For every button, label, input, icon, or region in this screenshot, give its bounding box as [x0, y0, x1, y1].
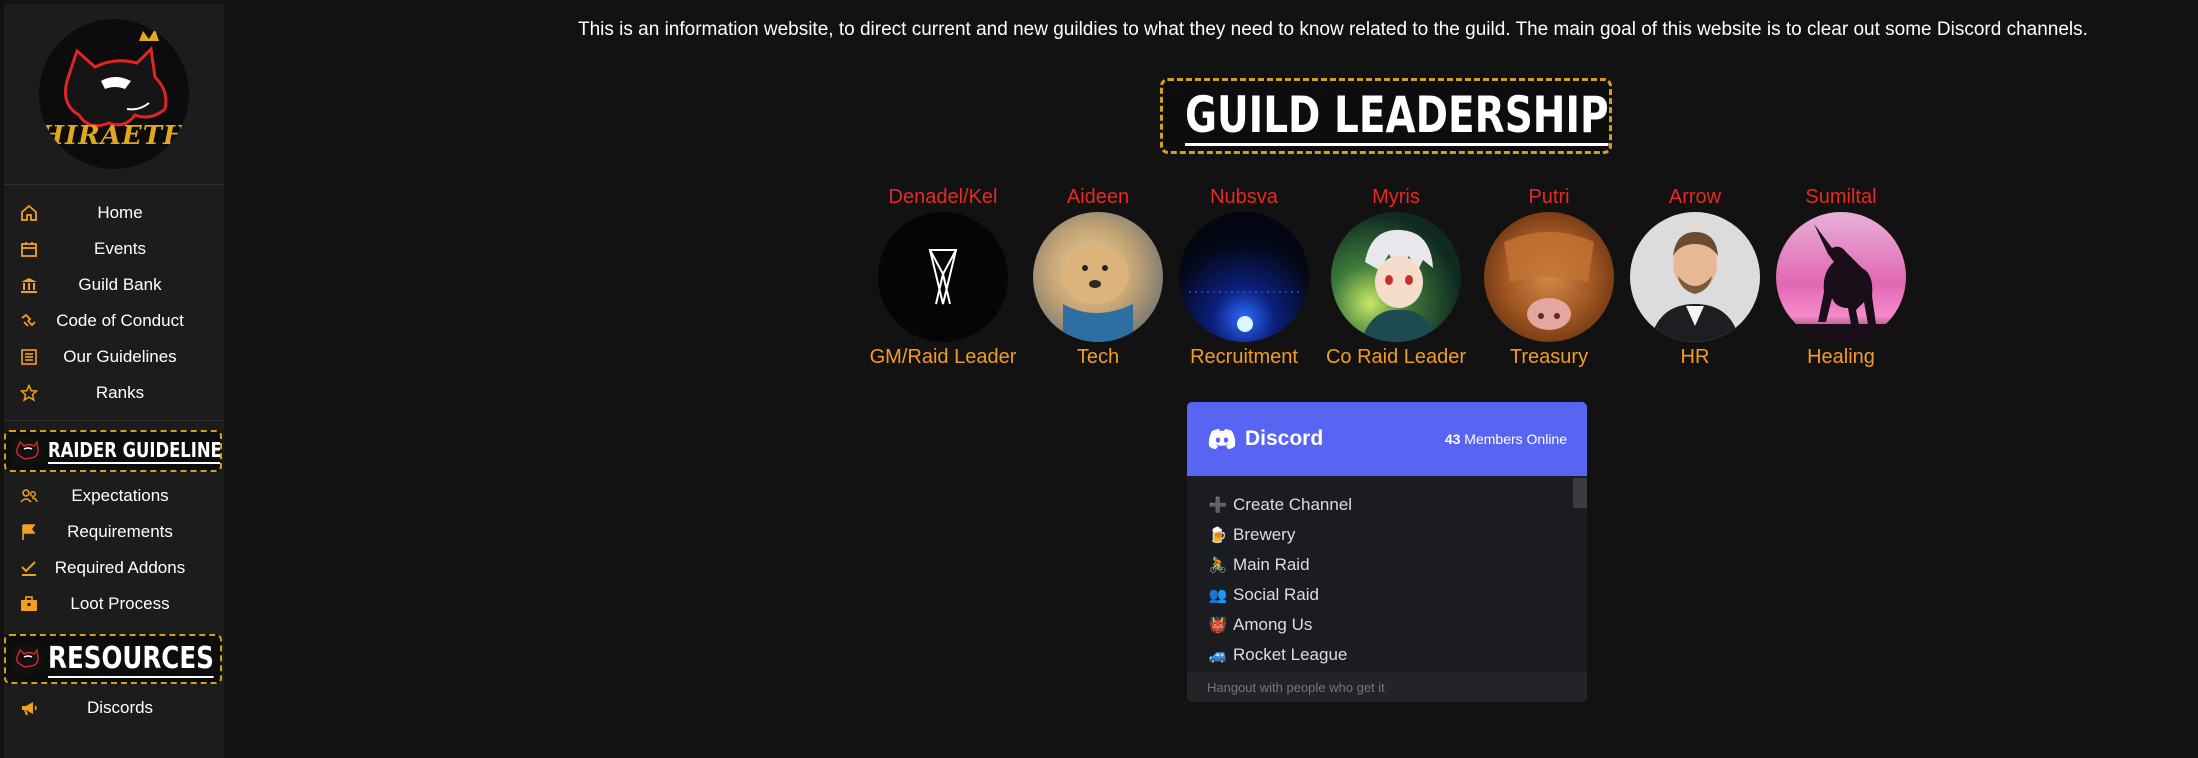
highland-cow-avatar-icon: [1504, 232, 1594, 330]
star-icon: [18, 382, 40, 404]
sidebar-item-label: Loot Process: [70, 594, 170, 613]
leader-card: Denadel/Kel GM/Raid Leader: [853, 186, 1033, 369]
sidebar-item-label: Discords: [86, 698, 154, 717]
guild-logo[interactable]: HIRAETH: [39, 19, 189, 169]
discord-brand[interactable]: Discord: [1207, 427, 1323, 451]
discord-channel-list[interactable]: ➕ Create Channel 🍺 Brewery 🚴 Main Raid 👥 Soc…: [1187, 476, 1587, 670]
sidebar-item-loot-process[interactable]: Loot Process: [4, 586, 224, 622]
channel-item[interactable]: ➕ Create Channel: [1207, 490, 1567, 520]
intro-text: This is an information website, to direc…: [578, 19, 2088, 40]
leader-role: Healing: [1807, 346, 1875, 368]
plus-icon: ➕: [1208, 497, 1228, 514]
leader-card: Sumiltal Healing: [1751, 186, 1931, 369]
cyclist-icon: 🚴: [1208, 557, 1228, 574]
online-label: Members Online: [1464, 431, 1567, 447]
guild-leadership-banner: GUILD LEADERSHIP: [1160, 78, 1612, 154]
check-list-icon: [18, 557, 40, 579]
users-icon: [18, 485, 40, 507]
logo-text: HIRAETH: [39, 121, 189, 151]
discord-header: Discord 43 Members Online: [1187, 402, 1587, 476]
anime-avatar-icon: [1361, 229, 1439, 342]
channel-name: Among Us: [1233, 615, 1313, 634]
channel-item[interactable]: 🚴 Main Raid: [1207, 550, 1567, 580]
channel-name: Rocket League: [1233, 645, 1348, 664]
leadership-list: Denadel/Kel GM/Raid Leader Aideen Tech N…: [0, 186, 2198, 376]
avatar[interactable]: [878, 212, 1008, 342]
avatar[interactable]: [1776, 212, 1906, 342]
people-icon: 👥: [1208, 587, 1228, 604]
channel-name: Main Raid: [1233, 555, 1310, 574]
discord-online-count: 43 Members Online: [1445, 431, 1567, 447]
discord-footer: Hangout with people who get it: [1187, 672, 1587, 702]
raider-guidelines-banner: RAIDER GUIDELINES: [4, 430, 222, 472]
sidebar-item-label: Required Addons: [54, 558, 186, 577]
channel-item[interactable]: 🚙 Rocket League: [1207, 640, 1567, 670]
leader-role: GM/Raid Leader: [869, 346, 1017, 368]
avatar[interactable]: [1331, 212, 1461, 342]
sidebar-item-required-addons[interactable]: Required Addons: [4, 550, 224, 586]
channel-item[interactable]: 🍺 Brewery: [1207, 520, 1567, 550]
sidebar-item-expectations[interactable]: Expectations: [4, 478, 224, 514]
sidebar-item-label: Requirements: [67, 522, 173, 541]
ogre-icon: 👹: [1208, 617, 1228, 634]
channel-name: Brewery: [1233, 525, 1296, 544]
online-number: 43: [1444, 431, 1461, 447]
car-icon: 🚙: [1208, 647, 1228, 664]
leader-name: Sumiltal: [1805, 186, 1877, 208]
resources-title: RESOURCES: [48, 640, 214, 678]
flag-icon: [18, 521, 40, 543]
discord-widget[interactable]: Discord 43 Members Online ➕ Create Channe…: [1187, 402, 1587, 702]
avatar[interactable]: [1630, 212, 1760, 342]
avatar[interactable]: [1484, 212, 1614, 342]
portrait-avatar-icon: [1650, 232, 1740, 342]
sidebar: HIRAETH Home Events Guild Bank Code of C…: [4, 4, 224, 758]
unicorn-avatar-icon: [1776, 224, 1906, 342]
channel-name: Social Raid: [1233, 585, 1319, 604]
briefcase-icon: [18, 593, 40, 615]
panther-icon: [11, 435, 43, 467]
sidebar-item-discords[interactable]: Discords: [4, 690, 224, 726]
guild-leadership-title: GUILD LEADERSHIP: [1185, 85, 1609, 146]
scrollbar[interactable]: [1573, 478, 1587, 508]
channel-item[interactable]: 👥 Social Raid: [1207, 580, 1567, 610]
logo-area: HIRAETH: [4, 4, 224, 185]
avatar[interactable]: [1179, 212, 1309, 342]
beer-icon: 🍺: [1208, 527, 1228, 544]
sidebar-item-label: Expectations: [71, 486, 169, 505]
channel-item[interactable]: 👹 Among Us: [1207, 610, 1567, 640]
divider: [4, 420, 224, 421]
megaphone-icon: [18, 697, 40, 719]
sigil-avatar-icon: [928, 249, 958, 305]
avatar[interactable]: [1033, 212, 1163, 342]
dog-avatar-icon: [1061, 244, 1133, 342]
resources-banner: RESOURCES: [4, 634, 222, 684]
sidebar-item-label: Ranks: [95, 383, 145, 402]
channel-name: Create Channel: [1233, 495, 1353, 514]
glow-avatar-icon: [1189, 291, 1299, 332]
sidebar-item-requirements[interactable]: Requirements: [4, 514, 224, 550]
discord-brand-label: Discord: [1245, 427, 1324, 450]
panther-icon: [11, 643, 43, 675]
leader-name: Denadel/Kel: [888, 186, 998, 208]
discord-logo-icon: [1208, 429, 1236, 449]
sidebar-item-ranks[interactable]: Ranks: [4, 375, 224, 411]
raider-guidelines-title: RAIDER GUIDELINES: [48, 438, 220, 464]
